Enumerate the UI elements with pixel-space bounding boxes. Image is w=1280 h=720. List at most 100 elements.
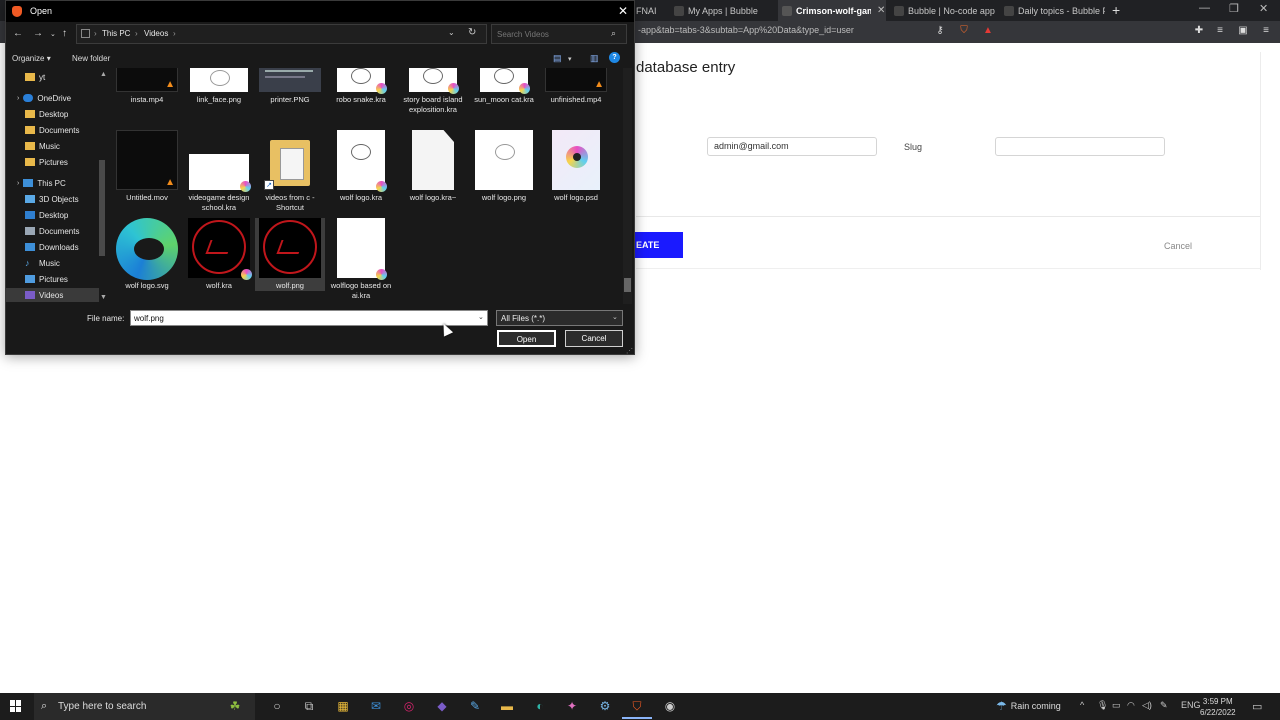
pen-icon[interactable]: ✎ [1160, 700, 1168, 711]
file-type-select[interactable]: All Files (*.*) [496, 310, 623, 326]
wallet-icon[interactable]: ▣ [1237, 25, 1249, 37]
app-icon[interactable]: ✎ [468, 699, 482, 713]
brave-icon[interactable]: ⛉ [630, 699, 644, 713]
chevron-down-icon[interactable]: ⌄ [478, 313, 484, 321]
resize-grip-icon[interactable]: ⋰ [626, 347, 633, 355]
up-arrow-icon[interactable]: ↑ [62, 28, 67, 39]
file-item[interactable]: wolf logo.kra~ [398, 130, 468, 203]
url-field[interactable]: -app&tab=tabs-3&subtab=App%20Data&type_i… [638, 25, 854, 35]
window-close-button[interactable]: ✕ [1259, 2, 1268, 15]
nav-item-music[interactable]: Music [25, 139, 60, 153]
expand-chevron-icon[interactable]: › [17, 180, 19, 187]
file-name-input[interactable]: wolf.png [130, 310, 488, 326]
dialog-close-icon[interactable]: ✕ [618, 4, 628, 18]
network-icon[interactable]: ▭ [1112, 700, 1121, 711]
organize-button[interactable]: Organize ▾ [12, 54, 51, 63]
browser-tab-bubble-nocode[interactable]: Bubble | No-code apps [890, 0, 995, 21]
forward-arrow-icon[interactable]: → [33, 28, 43, 39]
nav-item-pictures[interactable]: Pictures [25, 155, 68, 169]
scroll-down-icon[interactable]: ▼ [100, 294, 107, 301]
create-button[interactable]: EATE [630, 232, 683, 258]
email-field[interactable]: admin@gmail.com [707, 137, 877, 156]
file-item[interactable]: ▲ Untitled.mov [112, 130, 182, 203]
taskbar-search-input[interactable]: Type here to search [34, 693, 255, 720]
file-item[interactable]: sun_moon cat.kra [469, 68, 539, 105]
microphone-icon[interactable]: 🎙 [1097, 700, 1108, 711]
edge-icon[interactable]: ◐ [533, 699, 547, 713]
file-item[interactable]: wolf.png [255, 218, 325, 291]
wifi-icon[interactable]: ◠ [1127, 700, 1135, 711]
clock[interactable]: 3:59 PM 6/22/2022 [1200, 696, 1236, 718]
nav-item-3d-objects[interactable]: 3D Objects [25, 192, 79, 206]
breadcrumb-separator-icon[interactable]: › [173, 29, 176, 38]
file-item[interactable]: story board island explosition.kra [398, 68, 468, 115]
obs-icon[interactable]: ◉ [663, 699, 677, 713]
nav-item-music[interactable]: ♪ Music [25, 256, 60, 270]
recent-locations-icon[interactable]: ⌄ [50, 30, 56, 38]
cortana-icon[interactable]: ○ [270, 699, 284, 713]
opera-icon[interactable]: ◎ [402, 699, 416, 713]
file-item[interactable]: videogame design school.kra [184, 130, 254, 213]
new-tab-button[interactable]: + [1112, 2, 1120, 18]
nav-item-downloads[interactable]: Downloads [25, 240, 79, 254]
minimize-button[interactable]: — [1199, 2, 1210, 14]
search-icon[interactable]: ⌕ [611, 28, 616, 39]
mail-icon[interactable]: ✉ [369, 699, 383, 713]
help-icon[interactable]: ? [609, 52, 620, 63]
cancel-button[interactable]: Cancel [565, 330, 623, 347]
browser-tab-fnai[interactable]: FNAI [632, 0, 662, 21]
breadcrumb-separator-icon[interactable]: › [94, 29, 97, 38]
brave-rewards-icon[interactable]: ▲ [982, 25, 994, 37]
scroll-up-icon[interactable]: ▲ [100, 71, 107, 78]
file-item[interactable]: wolflogo based on ai.kra [326, 218, 396, 301]
menu-icon[interactable]: ≡ [1260, 25, 1272, 37]
nav-item-onedrive[interactable]: › OneDrive [17, 91, 71, 105]
file-item[interactable]: wolf logo.svg [112, 218, 182, 291]
nav-scrollbar-thumb[interactable] [99, 160, 105, 256]
file-list-scrollbar[interactable] [623, 68, 632, 304]
nav-item-yt[interactable]: yt [25, 70, 45, 84]
new-folder-button[interactable]: New folder [72, 54, 110, 63]
calculator-icon[interactable]: ▦ [336, 699, 350, 713]
file-explorer-icon[interactable]: ▬ [500, 699, 514, 713]
nav-item-desktop[interactable]: Desktop [25, 208, 68, 222]
nav-item-pictures[interactable]: Pictures [25, 272, 68, 286]
volume-icon[interactable]: ◁) [1142, 700, 1152, 711]
file-item[interactable]: wolf logo.kra [326, 130, 396, 203]
open-button[interactable]: Open [497, 330, 556, 347]
nav-item-documents[interactable]: Documents [25, 224, 79, 238]
breadcrumb-this-pc[interactable]: This PC [102, 29, 130, 38]
file-item[interactable]: ▲ insta.mp4 [112, 68, 182, 105]
breadcrumb-videos[interactable]: Videos [144, 29, 168, 38]
extensions-icon[interactable]: ✚ [1193, 25, 1205, 37]
chevron-up-icon[interactable]: ^ [1080, 700, 1084, 710]
chevron-down-icon[interactable]: ▾ [568, 55, 572, 63]
chevron-down-icon[interactable]: ⌄ [448, 28, 455, 37]
nav-item-this-pc[interactable]: › This PC [17, 176, 66, 190]
weather-widget[interactable]: ☂ Rain coming [996, 699, 1061, 713]
file-item[interactable]: robo snake.kra [326, 68, 396, 105]
file-item[interactable]: link_face.png [184, 68, 254, 105]
file-list-scrollbar-thumb[interactable] [624, 278, 631, 292]
nav-item-documents[interactable]: Documents [25, 123, 79, 137]
chevron-down-icon[interactable]: ⌄ [612, 313, 618, 321]
playlist-icon[interactable]: ≡ [1214, 25, 1226, 37]
nav-item-videos[interactable]: Videos [5, 288, 99, 302]
restore-button[interactable]: ❐ [1229, 2, 1239, 15]
obsidian-icon[interactable]: ◆ [435, 699, 449, 713]
browser-tab-my-apps[interactable]: My Apps | Bubble [670, 0, 770, 21]
close-tab-icon[interactable]: ✕ [877, 5, 885, 16]
windows-start-icon[interactable] [10, 700, 22, 712]
slug-field[interactable] [995, 137, 1165, 156]
cancel-link[interactable]: Cancel [1164, 241, 1192, 251]
krita-icon[interactable]: ✦ [565, 699, 579, 713]
search-input[interactable]: Search Videos [491, 24, 627, 44]
file-item[interactable]: ↗ videos from c - Shortcut [255, 130, 325, 213]
nav-item-desktop[interactable]: Desktop [25, 107, 68, 121]
browser-tab-crimson-wolf[interactable]: Crimson-wolf-game ✕ [778, 0, 886, 21]
expand-chevron-icon[interactable]: › [17, 95, 19, 102]
key-icon[interactable]: ⚷ [934, 25, 946, 37]
browser-tab-daily-topics[interactable]: Daily topics - Bubble Fo [1000, 0, 1105, 21]
file-item[interactable]: wolf logo.psd [541, 130, 611, 203]
task-view-icon[interactable]: ⧉ [302, 699, 316, 713]
